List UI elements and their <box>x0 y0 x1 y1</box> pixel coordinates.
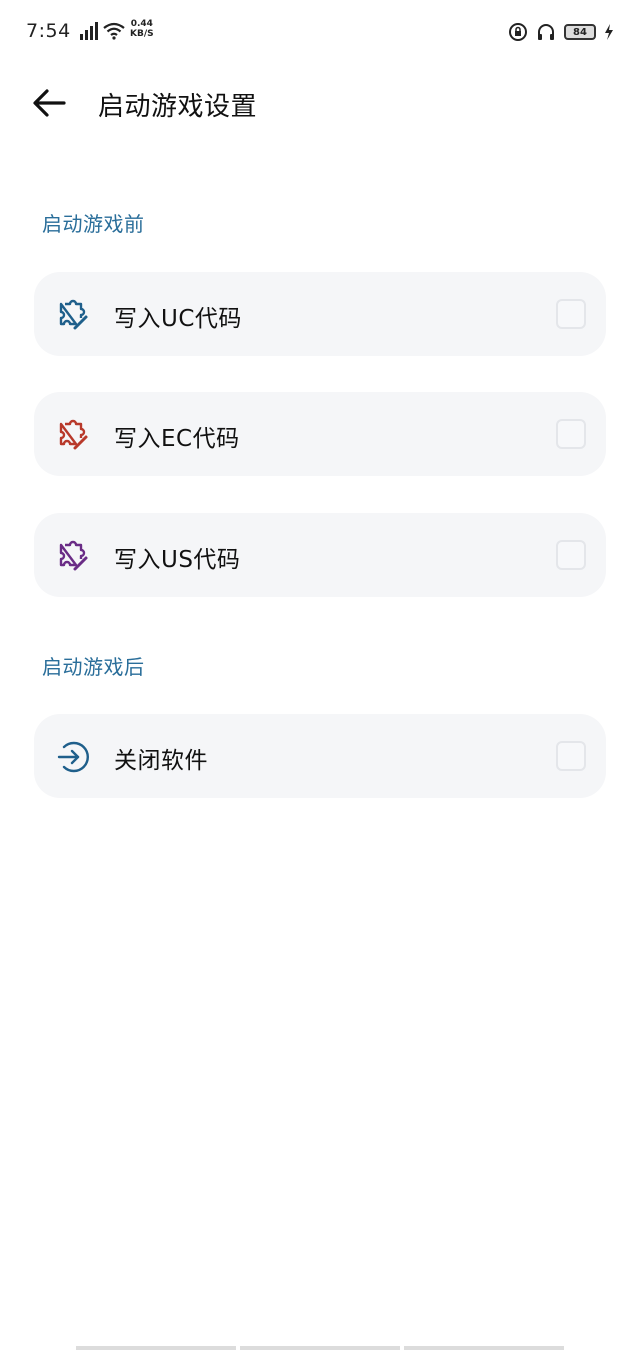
option-write-us-code[interactable]: 写入US代码 <box>34 513 606 597</box>
wifi-icon <box>103 22 125 40</box>
gesture-segment <box>76 1346 236 1350</box>
charging-icon <box>605 24 613 40</box>
back-button[interactable] <box>30 84 68 122</box>
net-speed-value: 0.44 <box>130 19 153 29</box>
gesture-segment <box>404 1346 564 1350</box>
status-right-icons: 84 <box>508 22 614 42</box>
navigation-gesture-bar <box>76 1346 564 1350</box>
header: 启动游戏设置 <box>0 72 640 132</box>
option-close-app[interactable]: 关闭软件 <box>34 714 606 798</box>
net-speed: 0.44 KB/S <box>130 19 154 39</box>
battery-level: 84 <box>573 26 587 38</box>
signal-icon <box>80 22 98 40</box>
headphones-icon <box>538 24 554 40</box>
exit-arrow-icon <box>57 741 89 773</box>
option-label: 关闭软件 <box>114 748 208 774</box>
lock-rotation-icon <box>509 23 527 41</box>
puzzle-edit-icon <box>59 540 88 571</box>
net-speed-unit: KB/S <box>130 29 154 39</box>
section-label-before: 启动游戏前 <box>42 212 145 236</box>
battery-icon: 84 <box>564 24 596 40</box>
checkbox[interactable] <box>556 540 586 570</box>
status-time: 7:54 <box>26 20 71 42</box>
page-title: 启动游戏设置 <box>98 92 258 122</box>
puzzle-edit-icon <box>59 299 88 330</box>
gesture-segment <box>240 1346 400 1350</box>
checkbox[interactable] <box>556 299 586 329</box>
section-label-after: 启动游戏后 <box>42 655 145 679</box>
status-bar: 7:54 0.44 KB/S 84 <box>0 0 640 64</box>
option-label: 写入UC代码 <box>114 306 242 332</box>
option-label: 写入EC代码 <box>114 426 240 452</box>
checkbox[interactable] <box>556 741 586 771</box>
puzzle-edit-icon <box>59 419 88 450</box>
option-label: 写入US代码 <box>114 547 241 573</box>
option-write-ec-code[interactable]: 写入EC代码 <box>34 392 606 476</box>
checkbox[interactable] <box>556 419 586 449</box>
option-write-uc-code[interactable]: 写入UC代码 <box>34 272 606 356</box>
arrow-left-icon <box>33 89 66 117</box>
